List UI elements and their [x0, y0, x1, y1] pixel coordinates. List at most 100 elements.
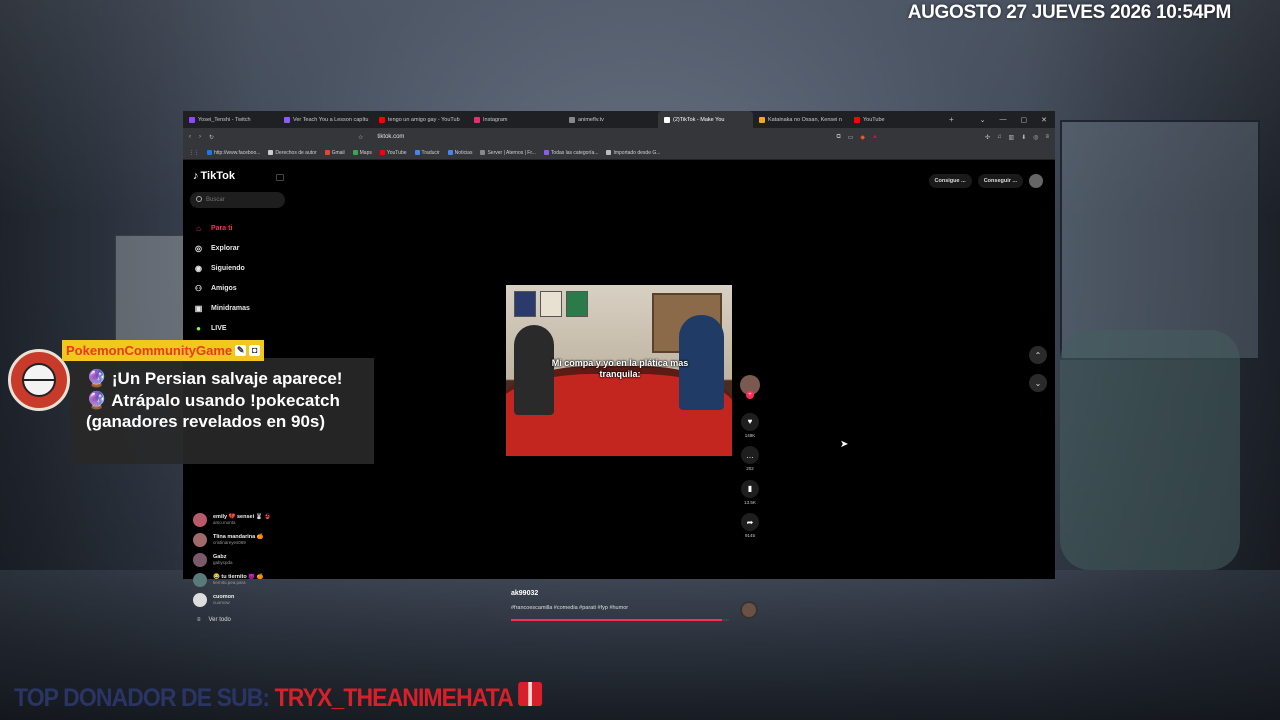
following-account[interactable]: 😂 tu tiernito 😈 🍊 tiernito.pea.para [193, 570, 271, 590]
jersey-frame [514, 291, 536, 317]
sidebar-item-explorar[interactable]: ◎ Explorar [193, 238, 250, 258]
video-caption: Mi compa y yo en la plática mas tranquil… [551, 358, 689, 379]
chevron-down-icon[interactable]: ⌄ [1029, 374, 1047, 392]
apps-icon[interactable]: ⋮⋮ [189, 150, 199, 156]
heart-icon[interactable]: ♥ [741, 412, 759, 431]
tab-favicon-icon [664, 116, 670, 123]
minimize-button[interactable]: — [1000, 116, 1007, 124]
video-author[interactable]: ak99032 [511, 590, 628, 597]
sidebar-item-amigos[interactable]: ⚇ Amigos [193, 278, 250, 298]
browser-tab[interactable]: tengo un amigo gay - YouTub [373, 111, 468, 128]
maximize-button[interactable]: ▢ [1021, 116, 1028, 124]
music-disc-icon[interactable] [740, 601, 758, 619]
list-icon: ≡ [197, 617, 201, 623]
bookmark-favicon-icon [447, 150, 453, 155]
avatar [193, 573, 207, 587]
downloads-icon[interactable]: ⬇ [1021, 134, 1026, 141]
address-bar: ‹ › ↻ ☆ tiktok.com ⧉ ▭ ◆ ▲ ✣ ♫ ▥ ⬇ ◎ ≡ [183, 128, 1055, 146]
brave-shield-icon[interactable]: ◆ [860, 134, 865, 141]
see-all-link[interactable]: ≡ Ver todo [197, 617, 231, 623]
following-account[interactable]: cuomon cuomow [193, 590, 271, 610]
comment-action[interactable]: … 202 [739, 445, 761, 471]
browser-tab[interactable]: animeflv.tv [563, 111, 658, 128]
video-progress-bar[interactable] [511, 619, 729, 621]
close-window-button[interactable]: ✕ [1041, 116, 1047, 124]
following-icon: ◉ [195, 263, 202, 273]
reload-icon[interactable]: ↻ [209, 134, 214, 141]
bookmark-favicon-icon [352, 150, 358, 155]
sidebar-item-siguiendo[interactable]: ◉ Siguiendo [193, 258, 250, 278]
back-icon[interactable]: ‹ [189, 134, 191, 140]
bookmark-item[interactable]: Derechos de autor [268, 150, 317, 156]
bookmark-favicon-icon [414, 150, 420, 155]
translate-icon[interactable]: ⧉ [836, 134, 840, 141]
comment-icon[interactable]: … [741, 446, 759, 464]
sidebar-item-para-ti[interactable]: ⌂ Para ti [193, 218, 250, 238]
url-field[interactable]: tiktok.com [377, 134, 404, 140]
home-icon: ⌂ [196, 223, 201, 233]
bookmark-label: Traducir [421, 149, 440, 156]
bookmark-label: Maps [359, 149, 372, 156]
bookmark-star-icon[interactable]: ☆ [358, 134, 363, 141]
share-icon[interactable]: ➦ [741, 513, 759, 531]
profile-avatar[interactable] [1029, 174, 1043, 188]
bookmark-icon[interactable]: ▮ [741, 479, 759, 498]
progress-fill [511, 619, 723, 621]
following-account[interactable]: Gabz gabycpda [193, 550, 271, 570]
bookmark-item[interactable]: YouTube [379, 150, 407, 156]
following-account[interactable]: Tlina mandarina 🍊 cristinareyes069 [193, 530, 271, 550]
menu-icon[interactable]: ≡ [1045, 134, 1049, 141]
video-hashtags[interactable]: #francoescamilla #comedia #parati #fyp #… [511, 605, 628, 611]
compass-icon: ◎ [195, 243, 202, 253]
profile-icon[interactable]: ◎ [1033, 134, 1038, 141]
puzzle-icon[interactable]: ✣ [985, 134, 990, 141]
browser-tab[interactable]: YouTube [848, 111, 943, 128]
avatar [193, 533, 207, 547]
new-tab-button[interactable]: + [943, 115, 960, 124]
get-coins-button[interactable]: Consigue ... [928, 174, 972, 188]
browser-tab[interactable]: Instagram [468, 111, 563, 128]
chevron-up-icon[interactable]: ⌃ [1029, 346, 1047, 364]
rewards-icon[interactable]: ▲ [872, 134, 878, 141]
get-app-button[interactable]: Conseguir ... [977, 174, 1023, 188]
tab-favicon-icon [284, 116, 290, 123]
like-count: 148K [744, 432, 756, 438]
bookmark-item[interactable]: http://www.faceboo... [207, 150, 260, 156]
tab-search-icon[interactable]: ⌄ [980, 116, 986, 124]
follow-plus-icon[interactable]: + [746, 391, 754, 399]
bookmark-label: Importado desde G... [613, 149, 661, 156]
cast-icon[interactable]: ▭ [848, 134, 854, 141]
bookmark-favicon-icon [268, 150, 274, 155]
browser-tab[interactable]: (2)TikTok - Make You [658, 111, 753, 128]
following-accounts: emily 💔 sensei 🐰 👙 amo.monta Tlina mandar… [193, 510, 271, 610]
video-actions: + ♥ 148K … 202 ▮ 13.5K ➦ 9145 [739, 375, 761, 545]
music-icon[interactable]: ♫ [997, 134, 1002, 141]
tab-label: (2)TikTok - Make You [673, 116, 725, 123]
live-icon: ● [196, 323, 201, 333]
bookmark-item[interactable]: Noticias [447, 150, 472, 156]
bookmark-item[interactable]: Maps [352, 149, 372, 156]
bookmark-item[interactable]: Importado desde G... [606, 150, 660, 156]
save-action[interactable]: ▮ 13.5K [739, 478, 761, 505]
bookmark-item[interactable]: Traducir [414, 149, 440, 156]
browser-tab[interactable]: Katainaka no Ossan, Kensei n [753, 111, 848, 128]
like-action[interactable]: ♥ 148K [739, 411, 761, 438]
pokeball-badge-icon [8, 349, 70, 411]
sidebar-icon[interactable]: ▥ [1009, 134, 1015, 141]
creator-avatar[interactable]: + [740, 375, 760, 399]
sidebar-item-minidramas[interactable]: ▣ Minidramas [193, 298, 250, 318]
bookmark-item[interactable]: Todas las categoría... [543, 150, 598, 156]
tab-label: Ver Teach You a Lesson capítu [293, 116, 369, 123]
sidebar-item-live[interactable]: ● LIVE [193, 318, 250, 338]
forward-icon[interactable]: › [199, 134, 201, 140]
bookmark-item[interactable]: Gmail [324, 150, 345, 156]
share-action[interactable]: ➦ 9145 [739, 512, 761, 538]
tiktok-logo[interactable]: ♪ TikTok [193, 170, 235, 182]
following-account[interactable]: emily 💔 sensei 🐰 👙 amo.monta [193, 510, 271, 530]
browser-tab[interactable]: Ver Teach You a Lesson capítu [278, 111, 373, 128]
video-player[interactable]: Mi compa y yo en la plática mas tranquil… [506, 285, 732, 456]
bookmark-item[interactable]: Server | Aternos | Fr... [480, 150, 536, 156]
search-input[interactable]: Buscar [190, 192, 285, 208]
browser-tab[interactable]: Yosei_Tenshi - Twitch [183, 111, 278, 128]
collapse-sidebar-icon[interactable] [276, 174, 284, 181]
